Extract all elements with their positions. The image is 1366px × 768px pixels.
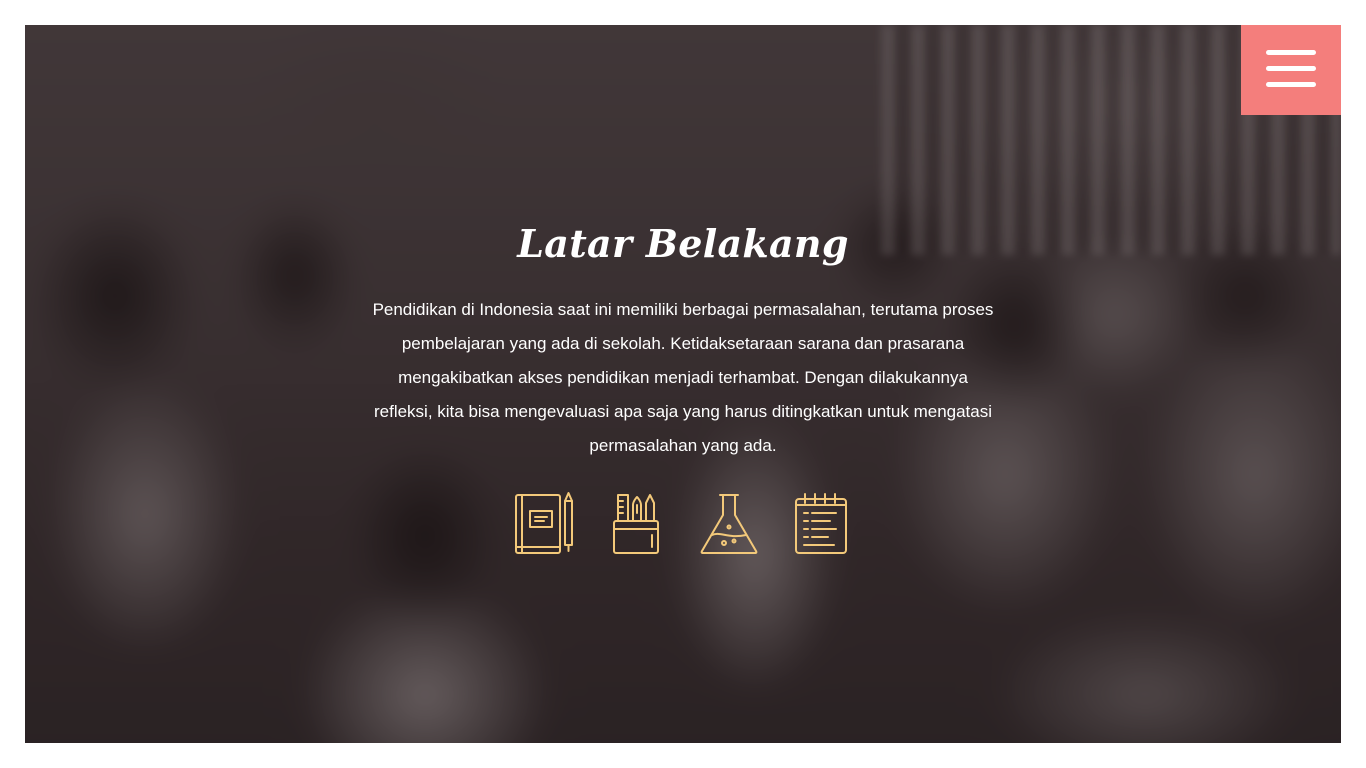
notepad-icon bbox=[790, 491, 852, 557]
hamburger-menu-icon-bar bbox=[1266, 66, 1316, 71]
hamburger-menu-icon-bar bbox=[1266, 82, 1316, 87]
hero-title: Latar Belakang bbox=[517, 221, 849, 266]
feature-icons bbox=[25, 491, 1341, 561]
stationery-cup-icon bbox=[606, 491, 668, 557]
hero-content: Latar Belakang Pendidikan di Indonesia s… bbox=[25, 25, 1341, 743]
menu-button[interactable] bbox=[1241, 25, 1341, 115]
book-pencil-icon bbox=[514, 491, 576, 557]
hero-section: Latar Belakang Pendidikan di Indonesia s… bbox=[25, 25, 1341, 743]
hamburger-menu-icon bbox=[1266, 50, 1316, 55]
hero-description: Pendidikan di Indonesia saat ini memilik… bbox=[372, 300, 994, 455]
flask-icon bbox=[698, 491, 760, 557]
